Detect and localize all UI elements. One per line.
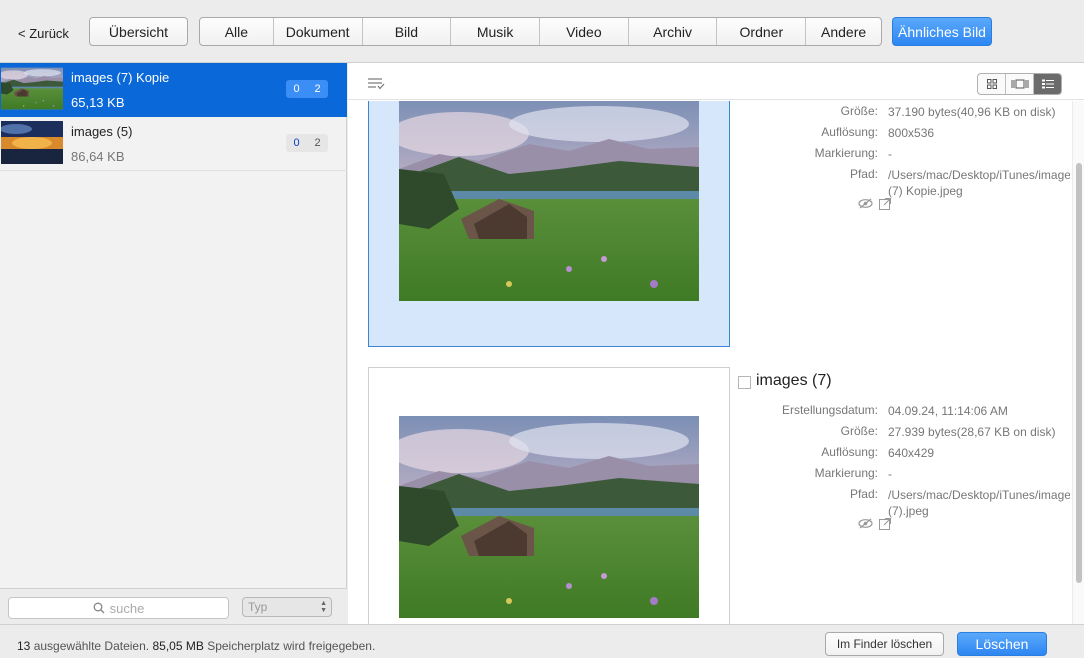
image-preview <box>399 101 699 301</box>
selected-count-text: ausgewählte Dateien. <box>33 639 150 653</box>
filter-other[interactable]: Andere <box>806 18 881 45</box>
thumbnail <box>1 67 63 110</box>
scrollbar[interactable] <box>1072 101 1084 624</box>
status-text: 13 ausgewählte Dateien. 85,05 MB Speiche… <box>17 639 375 653</box>
file-actions <box>858 198 891 210</box>
badge-selected-count: 0 <box>293 137 300 149</box>
size-label: Größe: <box>840 424 878 438</box>
size-value: 37.190 bytes(40,96 KB on disk) <box>888 105 1056 119</box>
filter-video[interactable]: Video <box>540 18 629 45</box>
file-type-filter: Alle Dokument Bild Musik Video Archiv Or… <box>199 17 882 46</box>
similar-image-button[interactable]: Ähnliches Bild <box>892 17 992 46</box>
path-value: /Users/mac/Desktop/iTunes/images (7).jpe… <box>888 488 1070 518</box>
badge-total-count: 2 <box>314 83 321 95</box>
file-size: 65,13 KB <box>71 95 125 110</box>
thumbnail <box>1 121 63 164</box>
file-title: images (7) <box>756 372 832 389</box>
file-name: images (5) <box>71 124 133 139</box>
filter-document[interactable]: Dokument <box>274 18 363 45</box>
mark-label: Markierung: <box>814 146 878 160</box>
file-card-selected[interactable] <box>368 101 730 347</box>
filter-music[interactable]: Musik <box>451 18 540 45</box>
badge-selected-count: 0 <box>293 83 300 95</box>
toolbar: < Zurück Übersicht Alle Dokument Bild Mu… <box>0 0 1084 63</box>
resolution-value: 800x536 <box>888 126 935 140</box>
type-placeholder: Typ <box>248 600 268 614</box>
resolution-label: Auflösung: <box>821 445 878 459</box>
path-value: /Users/mac/Desktop/iTunes/images (7) Kop… <box>888 168 1070 198</box>
search-placeholder: suche <box>109 600 145 616</box>
search-icon <box>93 602 105 614</box>
eye-hidden-icon[interactable] <box>858 198 873 209</box>
file-name: images (7) Kopie <box>71 70 170 85</box>
status-bar: 13 ausgewählte Dateien. 85,05 MB Speiche… <box>0 624 1084 658</box>
created-label: Erstellungsdatum: <box>781 403 878 417</box>
size-value: 27.939 bytes(28,67 KB on disk) <box>888 425 1056 439</box>
resolution-label: Auflösung: <box>821 125 878 139</box>
filmstrip-view-icon[interactable] <box>1006 74 1034 94</box>
filter-all[interactable]: Alle <box>200 18 274 45</box>
path-label: Pfad: <box>849 487 878 501</box>
file-actions <box>858 518 891 530</box>
detail-panel: Größe: 37.190 bytes(40,96 KB on disk) Au… <box>348 63 1084 624</box>
freed-size-text: Speicherplatz wird freigegeben. <box>207 639 376 653</box>
mark-value: - <box>888 467 892 481</box>
filter-image[interactable]: Bild <box>363 18 452 45</box>
divider <box>0 170 347 171</box>
scrollbar-thumb[interactable] <box>1076 163 1082 583</box>
delete-in-finder-button[interactable]: Im Finder löschen <box>825 632 944 656</box>
filter-archive[interactable]: Archiv <box>629 18 718 45</box>
file-size: 86,64 KB <box>71 149 125 164</box>
image-preview <box>399 416 699 618</box>
duplicate-list: Größe: 37.190 bytes(40,96 KB on disk) Au… <box>348 101 1070 624</box>
freed-size: 85,05 MB <box>152 639 204 653</box>
delete-button[interactable]: Löschen <box>957 632 1047 656</box>
detail-view-icon[interactable] <box>1034 74 1061 94</box>
eye-hidden-icon[interactable] <box>858 518 873 529</box>
external-link-icon[interactable] <box>879 198 891 210</box>
back-button[interactable]: < Zurück <box>18 26 69 41</box>
view-mode-toggle <box>977 73 1062 95</box>
search-input[interactable]: suche <box>8 597 229 619</box>
selected-count: 13 <box>17 639 31 653</box>
mark-value: - <box>888 147 892 161</box>
badge-total-count: 2 <box>314 137 321 149</box>
external-link-icon[interactable] <box>879 518 891 530</box>
path-label: Pfad: <box>849 167 878 181</box>
file-card[interactable] <box>368 367 730 624</box>
mark-label: Markierung: <box>814 466 878 480</box>
grid-view-icon[interactable] <box>978 74 1006 94</box>
select-checkbox[interactable] <box>738 376 751 389</box>
overview-button[interactable]: Übersicht <box>89 17 188 46</box>
type-select[interactable]: Typ ▲ ▼ <box>242 597 332 617</box>
list-check-icon[interactable] <box>368 78 385 90</box>
file-group-list: images (7) Kopie 65,13 KB 0 2 images (5)… <box>0 63 347 624</box>
sidebar-footer: suche Typ ▲ ▼ <box>0 588 347 624</box>
list-item[interactable]: images (7) Kopie 65,13 KB 0 2 <box>0 63 347 117</box>
filter-folder[interactable]: Ordner <box>717 18 807 45</box>
count-badge: 0 2 <box>286 134 328 152</box>
created-value: 04.09.24, 11:14:06 AM <box>888 404 1008 418</box>
size-label: Größe: <box>840 104 878 118</box>
select-arrows-icon: ▲ ▼ <box>320 600 327 614</box>
count-badge: 0 2 <box>286 80 328 98</box>
list-item[interactable]: images (5) 86,64 KB 0 2 <box>0 117 347 171</box>
resolution-value: 640x429 <box>888 446 935 460</box>
detail-toolbar <box>348 63 1084 100</box>
